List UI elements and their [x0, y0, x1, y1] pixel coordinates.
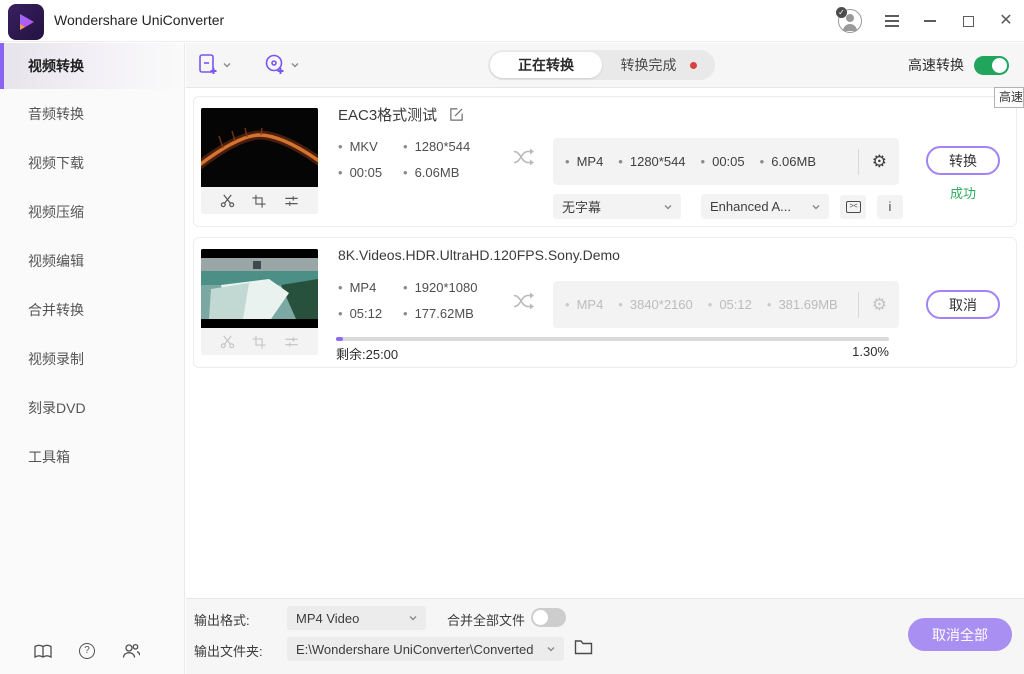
add-files-button[interactable]	[198, 53, 231, 76]
source-duration: 05:12	[338, 306, 403, 322]
convert-arrow-icon	[512, 147, 536, 167]
target-info: MP4 3840*2160 05:12 381.69MB ⚙	[553, 281, 899, 328]
add-dvd-button[interactable]	[264, 53, 299, 76]
high-speed-tooltip: 高速	[994, 87, 1024, 108]
target-resolution: 1280*544	[618, 154, 685, 169]
app-window: Wondershare UniConverter ✓ ✕ 视频转换 音频转换 视…	[0, 0, 1024, 674]
source-info: MP4 1920*1080 05:12 177.62MB	[338, 280, 477, 322]
source-duration: 00:05	[338, 165, 403, 181]
sidebar: 视频转换 音频转换 视频下载 视频压缩 视频编辑 合并转换 视频录制 刻录DVD…	[0, 43, 185, 674]
source-resolution: 1280*544	[403, 139, 470, 155]
task-row: 8K.Videos.HDR.UltraHD.120FPS.Sony.Demo M…	[193, 237, 1017, 368]
cancel-all-button[interactable]: 取消全部	[908, 618, 1012, 651]
sidebar-item-video-edit[interactable]: 视频编辑	[0, 236, 184, 285]
convert-button[interactable]: 转换	[926, 146, 1000, 175]
source-info: MKV 1280*544 00:05 6.06MB	[338, 139, 470, 181]
status-success: 成功	[926, 183, 1000, 202]
compress-icon-button[interactable]: > <	[840, 195, 866, 219]
chevron-down-icon	[291, 61, 299, 69]
chevron-down-icon	[409, 614, 417, 622]
output-folder-select[interactable]: E:\Wondershare UniConverter\Converted	[287, 637, 564, 661]
source-format: MKV	[338, 139, 403, 155]
chevron-down-icon	[547, 645, 555, 653]
source-size: 6.06MB	[403, 165, 470, 181]
settings-gear-icon[interactable]: ⚙	[872, 153, 887, 170]
output-bar: 输出格式: MP4 Video 合并全部文件 输出文件夹: E:\Wonders…	[186, 598, 1024, 674]
convert-tabs: 正在转换 转换完成	[488, 50, 715, 80]
audio-select[interactable]: Enhanced A...	[701, 194, 829, 219]
progress-bar	[336, 337, 889, 341]
target-duration: 05:12	[708, 297, 752, 312]
high-speed-label: 高速转换	[908, 55, 964, 75]
sidebar-item-video-download[interactable]: 视频下载	[0, 138, 184, 187]
target-info: MP4 1280*544 00:05 6.06MB ⚙	[553, 138, 899, 185]
progress-percent: 1.30%	[852, 344, 889, 363]
help-icon[interactable]: ?	[79, 643, 95, 659]
target-format: MP4	[565, 154, 603, 169]
output-format-select[interactable]: MP4 Video	[287, 606, 426, 630]
convert-arrow-icon	[512, 291, 536, 311]
app-title: Wondershare UniConverter	[54, 12, 224, 28]
guide-book-icon[interactable]	[34, 642, 52, 660]
target-resolution: 3840*2160	[618, 297, 692, 312]
video-thumbnail[interactable]	[201, 108, 318, 187]
task-list: 高速	[186, 89, 1024, 598]
toolbar: 正在转换 转换完成 高速转换	[186, 43, 1024, 88]
open-folder-icon[interactable]	[574, 639, 593, 655]
task-title: 8K.Videos.HDR.UltraHD.120FPS.Sony.Demo	[338, 247, 620, 263]
settings-gear-icon[interactable]: ⚙	[872, 296, 887, 313]
merge-all-label: 合并全部文件	[447, 610, 525, 629]
time-remaining: 剩余:25:00	[336, 344, 398, 363]
task-title: EAC3格式测试	[338, 104, 437, 125]
chevron-down-icon	[664, 203, 672, 211]
cancel-button[interactable]: 取消	[926, 290, 1000, 319]
sidebar-item-video-compress[interactable]: 视频压缩	[0, 187, 184, 236]
video-thumbnail[interactable]	[201, 249, 318, 328]
info-icon-button[interactable]: i	[877, 195, 903, 219]
sidebar-item-audio-convert[interactable]: 音频转换	[0, 89, 184, 138]
avatar-check-badge: ✓	[836, 7, 847, 18]
merge-all-toggle[interactable]	[531, 608, 566, 627]
target-size: 6.06MB	[760, 154, 816, 169]
source-resolution: 1920*1080	[403, 280, 477, 296]
edit-toolbar	[201, 328, 318, 355]
crop-icon[interactable]	[251, 334, 267, 350]
sidebar-item-merge-convert[interactable]: 合并转换	[0, 285, 184, 334]
edit-toolbar	[201, 187, 318, 214]
chevron-down-icon	[812, 203, 820, 211]
trim-scissors-icon[interactable]	[219, 334, 235, 350]
close-button[interactable]: ✕	[998, 13, 1014, 29]
trim-scissors-icon[interactable]	[219, 193, 235, 209]
maximize-button[interactable]	[960, 13, 976, 29]
sidebar-item-burn-dvd[interactable]: 刻录DVD	[0, 383, 184, 432]
sidebar-item-screen-record[interactable]: 视频录制	[0, 334, 184, 383]
output-format-label: 输出格式:	[194, 610, 250, 629]
effects-sliders-icon[interactable]	[284, 334, 300, 350]
high-speed-toggle[interactable]	[974, 56, 1009, 75]
task-row: EAC3格式测试 MKV 1280*544 00:05 6.06MB	[193, 96, 1017, 227]
tab-converting[interactable]: 正在转换	[490, 52, 602, 78]
crop-icon[interactable]	[251, 193, 267, 209]
tab-finished[interactable]: 转换完成	[602, 55, 715, 75]
subtitle-select[interactable]: 无字幕	[553, 194, 681, 219]
progress-fill	[336, 337, 343, 341]
rename-icon[interactable]	[449, 107, 464, 122]
effects-sliders-icon[interactable]	[284, 193, 300, 209]
source-format: MP4	[338, 280, 403, 296]
target-size: 381.69MB	[767, 297, 838, 312]
source-size: 177.62MB	[403, 306, 477, 322]
titlebar: Wondershare UniConverter ✓ ✕	[0, 0, 1024, 42]
sidebar-item-video-convert[interactable]: 视频转换	[0, 43, 184, 89]
target-duration: 00:05	[701, 154, 745, 169]
account-avatar[interactable]: ✓	[838, 9, 862, 33]
sidebar-item-toolbox[interactable]: 工具箱	[0, 432, 184, 481]
community-icon[interactable]	[122, 642, 140, 660]
menu-icon[interactable]	[884, 13, 900, 29]
chevron-down-icon	[223, 61, 231, 69]
output-folder-label: 输出文件夹:	[194, 641, 263, 660]
notification-dot	[690, 62, 697, 69]
app-logo-icon	[8, 4, 44, 40]
minimize-button[interactable]	[922, 13, 938, 29]
target-format: MP4	[565, 297, 603, 312]
